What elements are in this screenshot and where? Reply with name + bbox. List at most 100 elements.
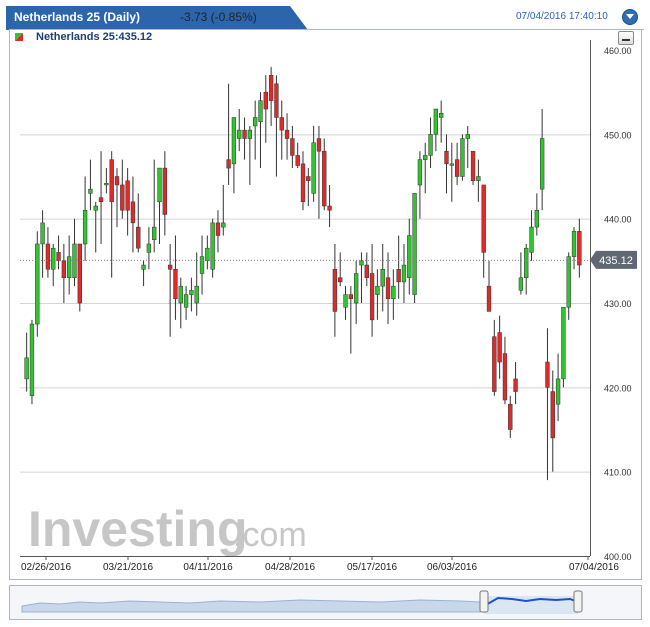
candle-body — [104, 182, 109, 186]
candle-body — [237, 129, 242, 139]
candle-up — [88, 159, 93, 211]
candle-up — [561, 306, 566, 388]
candle-body — [481, 184, 486, 253]
candle-body — [258, 100, 263, 122]
candle-body — [454, 159, 460, 177]
candle-up — [157, 167, 162, 244]
candle-up — [258, 92, 263, 169]
candle-body — [242, 129, 247, 139]
candle-up — [194, 252, 199, 316]
candle-body — [263, 91, 268, 110]
candle-down — [167, 243, 173, 337]
y-axis: 460.00 450.00 440.00 430.00 420.00 410.00 400.… — [20, 40, 632, 562]
candle-body — [274, 83, 279, 118]
candle-down — [120, 159, 125, 219]
candle-up — [221, 184, 226, 236]
y-tick-label: 420.00 — [604, 383, 632, 393]
candle-up — [524, 243, 529, 295]
y-tick-label: 430.00 — [604, 299, 632, 309]
candle-down — [77, 243, 82, 312]
candle-body — [407, 235, 412, 278]
candle-down — [385, 252, 391, 325]
x-tick-label: 06/03/2016 — [427, 562, 477, 573]
candle-up — [51, 243, 56, 287]
y-tick-label: 460.00 — [604, 46, 632, 56]
candle-up — [35, 231, 40, 337]
x-tick-label: 04/28/2016 — [265, 562, 315, 573]
candle-body — [327, 205, 332, 211]
candle-up — [375, 269, 380, 320]
candle-down — [338, 252, 343, 287]
x-axis: 02/26/2016 03/21/2016 04/11/2016 04/28/2016… — [21, 556, 619, 573]
candlestick-chart: Investing .com 460.00450.00440.00430.004… — [20, 40, 637, 573]
candle-body — [364, 264, 369, 278]
candle-down — [508, 395, 513, 438]
candle-body — [221, 222, 226, 228]
candle-body — [253, 117, 258, 127]
candle-up — [407, 218, 412, 295]
candle-body — [412, 193, 417, 295]
candle-down — [136, 193, 141, 253]
candle-body — [369, 273, 375, 321]
candle-up — [247, 125, 253, 185]
candle-body — [162, 167, 167, 215]
candle-body — [486, 285, 492, 312]
candle-body — [295, 155, 300, 166]
candle-body — [311, 142, 316, 194]
candle-down — [125, 168, 130, 236]
candle-up — [449, 142, 454, 202]
candle-body — [226, 159, 231, 169]
candle-body — [178, 285, 183, 304]
candle-down — [444, 134, 449, 194]
candle-up — [433, 108, 439, 152]
candle-down — [502, 336, 508, 405]
candle-body — [470, 150, 476, 181]
candle-body — [29, 323, 35, 397]
navigator-panel[interactable] — [9, 585, 642, 620]
candle-body — [93, 205, 98, 211]
y-tick-label: 440.00 — [604, 215, 632, 225]
candle-up — [380, 243, 385, 312]
candle-down — [550, 370, 555, 472]
candle-body — [555, 378, 561, 405]
candle-down — [396, 235, 401, 299]
candle-body — [529, 226, 534, 253]
candle-down — [295, 142, 300, 169]
candle-body — [513, 378, 518, 392]
y-tick-label: 410.00 — [604, 468, 632, 478]
candle-body — [497, 332, 502, 363]
candle-body — [130, 201, 136, 224]
candle-up — [146, 227, 152, 270]
candle-down — [130, 176, 136, 253]
candle-up — [72, 218, 77, 287]
candle-down — [284, 113, 290, 160]
candle-body — [508, 403, 513, 430]
candle-up — [82, 176, 88, 261]
candle-down — [332, 243, 338, 337]
candle-down — [316, 125, 322, 219]
candle-down — [109, 151, 114, 278]
candle-up — [231, 117, 237, 194]
candle-body — [88, 188, 93, 194]
candle-up — [29, 319, 35, 405]
candle-body — [210, 222, 215, 270]
candle-up — [391, 269, 396, 320]
candle-body — [492, 336, 497, 392]
candle-up — [253, 100, 258, 160]
candle-up — [566, 252, 571, 320]
candle-body — [24, 357, 29, 380]
candle-body — [77, 243, 82, 304]
candle-down — [545, 328, 550, 481]
candle-down — [215, 210, 221, 253]
candle-body — [125, 180, 130, 211]
candle-body — [157, 167, 162, 203]
candle-up — [24, 332, 29, 392]
candle-down — [56, 235, 61, 270]
candle-down — [497, 315, 502, 379]
candle-body — [205, 247, 210, 262]
candle-up — [460, 134, 465, 181]
candle-body — [417, 159, 423, 186]
candle-down — [492, 319, 497, 396]
x-tick-label: 07/04/2016 — [569, 562, 619, 573]
candle-down — [274, 75, 279, 177]
